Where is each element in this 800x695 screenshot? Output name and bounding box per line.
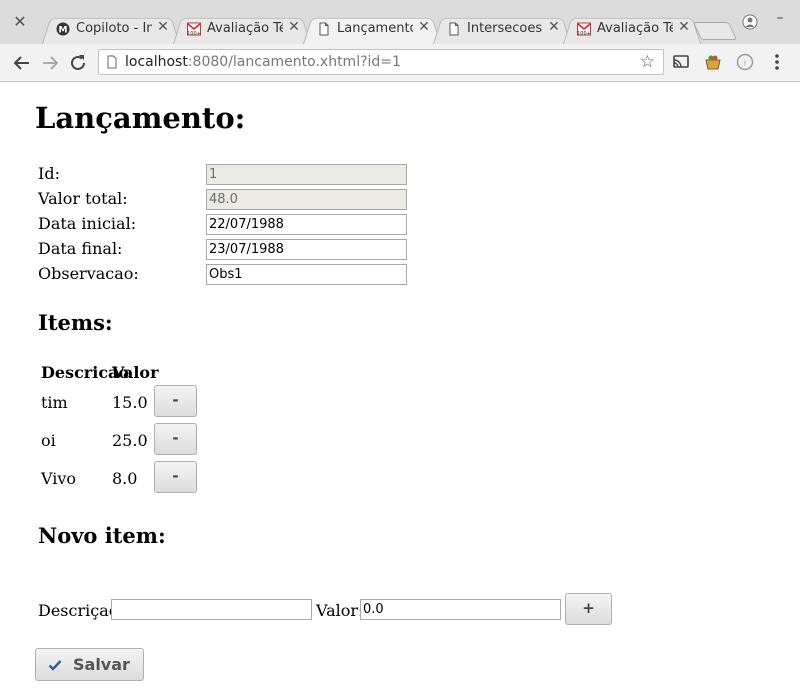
remove-item-button[interactable]: - [154, 461, 197, 493]
page-title: Lançamento: [35, 101, 246, 135]
id-field[interactable] [206, 164, 407, 185]
column-header-valor: Valor [112, 363, 159, 382]
reload-icon[interactable] [67, 52, 89, 74]
new-tab-button[interactable] [692, 22, 738, 40]
descricao-input[interactable] [111, 599, 312, 620]
browser-toolbar: localhost:8080/lancamento.xhtml?id=1 ☆ i [0, 44, 800, 82]
tab-title: Copiloto - Ini [76, 21, 152, 36]
tab-avaliacao-2[interactable]: 100+ Avaliação Té ✕ [563, 14, 701, 44]
data-inicial-field[interactable] [206, 214, 407, 235]
tab-title: Avaliação Té [207, 21, 283, 36]
item-valor: 15.0 [112, 393, 148, 412]
field-row-data-inicial: Data inicial: [38, 214, 438, 236]
back-arrow-icon[interactable] [11, 52, 33, 74]
field-row-data-final: Data final: [38, 239, 438, 261]
data-inicial-label: Data inicial: [38, 214, 137, 233]
remove-item-button[interactable]: - [154, 423, 197, 455]
profile-icon[interactable] [742, 14, 758, 30]
tab-close-icon[interactable]: ✕ [677, 20, 691, 34]
cast-icon[interactable] [671, 52, 691, 72]
field-row-valor-total: Valor total: [38, 189, 438, 211]
tab-close-icon[interactable]: ✕ [287, 20, 301, 34]
check-icon [48, 660, 62, 671]
gmail-icon: 100+ [187, 22, 201, 36]
item-valor: 8.0 [112, 469, 138, 488]
add-item-button[interactable]: + [565, 593, 612, 625]
data-final-label: Data final: [38, 239, 123, 258]
extension-basket-icon[interactable] [703, 52, 723, 72]
tab-copiloto[interactable]: M Copiloto - Ini ✕ [42, 14, 180, 44]
tab-lancamento[interactable]: Lançamento ✕ [303, 14, 441, 44]
gmail-icon: 100+ [577, 22, 591, 36]
address-bar[interactable]: localhost:8080/lancamento.xhtml?id=1 ☆ [98, 49, 664, 75]
tab-intersecoes[interactable]: Intersecoes ✕ [433, 14, 571, 44]
tab-close-icon[interactable]: ✕ [156, 20, 170, 34]
tab-strip: ✕ M Copiloto - Ini ✕ 100+ Avaliação Té ✕… [0, 0, 800, 44]
extension-circle-icon[interactable]: i [735, 52, 755, 72]
item-valor: 25.0 [112, 431, 148, 450]
valor-label: Valor: [316, 601, 364, 620]
browser-chrome: ✕ M Copiloto - Ini ✕ 100+ Avaliação Té ✕… [0, 0, 800, 82]
tab-title: Lançamento [337, 21, 413, 36]
item-descricao: tim [41, 393, 68, 412]
tab-close-icon[interactable]: ✕ [417, 20, 431, 34]
valor-input[interactable] [360, 599, 561, 620]
url-text: localhost:8080/lancamento.xhtml?id=1 [125, 54, 401, 70]
forward-arrow-icon[interactable] [39, 52, 61, 74]
svg-text:100+: 100+ [187, 31, 201, 36]
window-close-icon[interactable]: ✕ [10, 12, 30, 32]
menu-kebab-icon[interactable] [767, 52, 787, 72]
info-page-icon[interactable] [105, 55, 119, 69]
document-icon [319, 22, 329, 36]
save-button[interactable]: Salvar [35, 648, 144, 681]
tab-avaliacao-1[interactable]: 100+ Avaliação Té ✕ [173, 14, 311, 44]
valor-total-field[interactable] [206, 189, 407, 210]
url-path: :8080/lancamento.xhtml?id=1 [187, 54, 401, 70]
window-minimize-icon[interactable]: – [772, 10, 788, 26]
item-descricao: oi [41, 431, 56, 450]
save-button-label: Salvar [73, 655, 130, 674]
url-host: localhost [125, 54, 188, 70]
svg-text:i: i [744, 59, 746, 68]
observacao-field[interactable] [206, 264, 407, 285]
svg-text:M: M [59, 26, 68, 36]
svg-text:100+: 100+ [577, 31, 591, 36]
bookmark-star-icon[interactable]: ☆ [640, 53, 655, 71]
copiloto-logo-icon: M [56, 22, 70, 36]
novo-item-heading: Novo item: [38, 523, 166, 548]
tab-close-icon[interactable]: ✕ [547, 20, 561, 34]
observacao-label: Observacao: [38, 264, 139, 283]
item-descricao: Vivo [41, 469, 77, 488]
data-final-field[interactable] [206, 239, 407, 260]
items-heading: Items: [38, 310, 113, 335]
field-row-observacao: Observacao: [38, 264, 438, 286]
valor-total-label: Valor total: [38, 189, 128, 208]
id-label: Id: [38, 164, 60, 183]
tab-title: Intersecoes [467, 21, 543, 36]
document-icon [449, 22, 459, 36]
remove-item-button[interactable]: - [154, 385, 197, 417]
tab-title: Avaliação Té [597, 21, 673, 36]
field-row-id: Id: [38, 164, 438, 186]
